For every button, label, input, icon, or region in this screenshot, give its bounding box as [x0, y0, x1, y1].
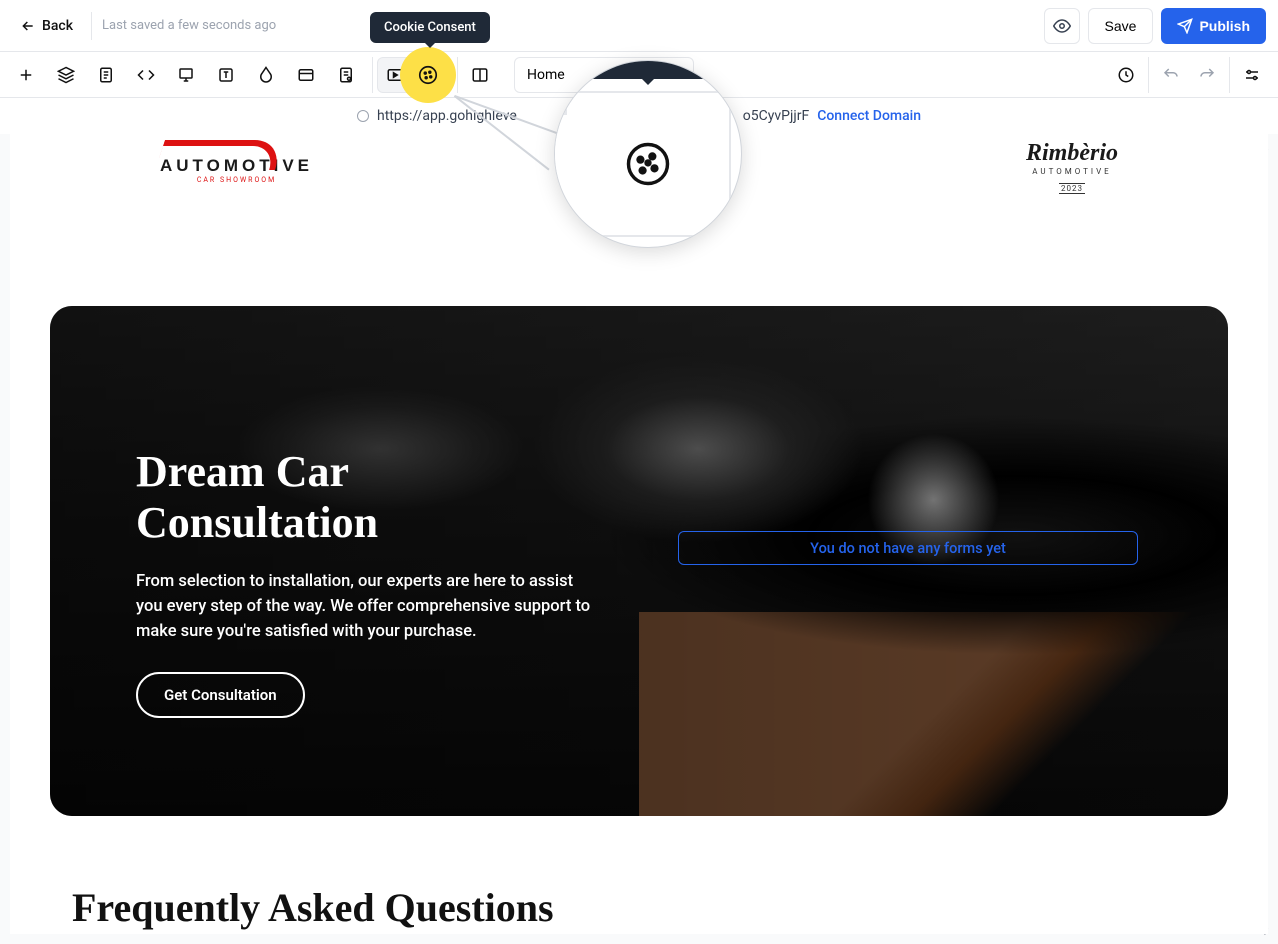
text-button[interactable] [208, 57, 244, 93]
layers-button[interactable] [48, 57, 84, 93]
cookie-icon [417, 64, 439, 86]
columns-icon [471, 66, 489, 84]
cookie-consent-tooltip: Cookie Consent [370, 12, 490, 43]
layers-icon [57, 66, 75, 84]
redo-button[interactable] [1189, 57, 1225, 93]
url-text-right: o5CyvPjjrF [743, 108, 809, 124]
magnifier-pointer [455, 95, 565, 205]
redo-icon [1198, 66, 1216, 84]
popup-button[interactable] [168, 57, 204, 93]
plus-icon [17, 66, 35, 84]
hero-body: From selection to installation, our expe… [136, 570, 596, 644]
highlight-indicator [400, 47, 456, 103]
eye-icon [1053, 17, 1071, 35]
sliders-icon [1243, 66, 1261, 84]
hero-title: Dream Car Consultation [136, 446, 596, 548]
logo-right-subtitle: AUTOMOTIVE [1026, 167, 1118, 176]
send-icon [1177, 18, 1193, 34]
code-button[interactable] [128, 57, 164, 93]
history-button[interactable] [1108, 57, 1144, 93]
connect-domain-link[interactable]: Connect Domain [817, 108, 921, 124]
save-button[interactable]: Save [1088, 8, 1154, 44]
section-button[interactable] [288, 57, 324, 93]
undo-button[interactable] [1153, 57, 1189, 93]
droplet-icon [257, 66, 275, 84]
url-status-icon [357, 110, 369, 122]
divider [91, 12, 92, 40]
faq-heading: Frequently Asked Questions [72, 884, 554, 931]
form-placeholder[interactable]: You do not have any forms yet [678, 531, 1138, 565]
form-button[interactable] [328, 57, 364, 93]
layout-icon [297, 66, 315, 84]
file-icon [97, 66, 115, 84]
text-icon [217, 66, 235, 84]
publish-label: Publish [1199, 18, 1250, 34]
save-status-text: Last saved a few seconds ago [102, 18, 276, 33]
code-icon [137, 66, 155, 84]
columns-button[interactable] [462, 57, 498, 93]
preview-button[interactable] [1044, 8, 1080, 44]
undo-icon [1162, 66, 1180, 84]
pages-button[interactable] [88, 57, 124, 93]
logo-left-subtitle: CAR SHOWROOM [160, 176, 313, 184]
back-button[interactable]: Back [12, 12, 81, 40]
hero-section[interactable]: Dream Car Consultation From selection to… [50, 306, 1228, 816]
publish-button[interactable]: Publish [1161, 8, 1266, 44]
add-element-button[interactable] [8, 57, 44, 93]
brand-logo-right: Rimbèrio AUTOMOTIVE 2023 [1026, 140, 1118, 195]
back-label: Back [42, 18, 73, 34]
logo-right-title: Rimbèrio [1026, 140, 1118, 167]
magnifier-callout [554, 60, 742, 248]
arrow-left-icon [20, 18, 36, 34]
brand-logo-left: AUTOMOTIVE CAR SHOWROOM [160, 140, 313, 184]
form-icon [337, 66, 355, 84]
clock-icon [1117, 66, 1135, 84]
logo-right-year: 2023 [1059, 183, 1085, 194]
theme-button[interactable] [248, 57, 284, 93]
presentation-icon [177, 66, 195, 84]
get-consultation-button[interactable]: Get Consultation [136, 672, 305, 718]
settings-button[interactable] [1234, 57, 1270, 93]
editor-canvas[interactable]: AUTOMOTIVE CAR SHOWROOM Rimbèrio AUTOMOT… [10, 134, 1268, 934]
cookie-icon [622, 138, 674, 190]
